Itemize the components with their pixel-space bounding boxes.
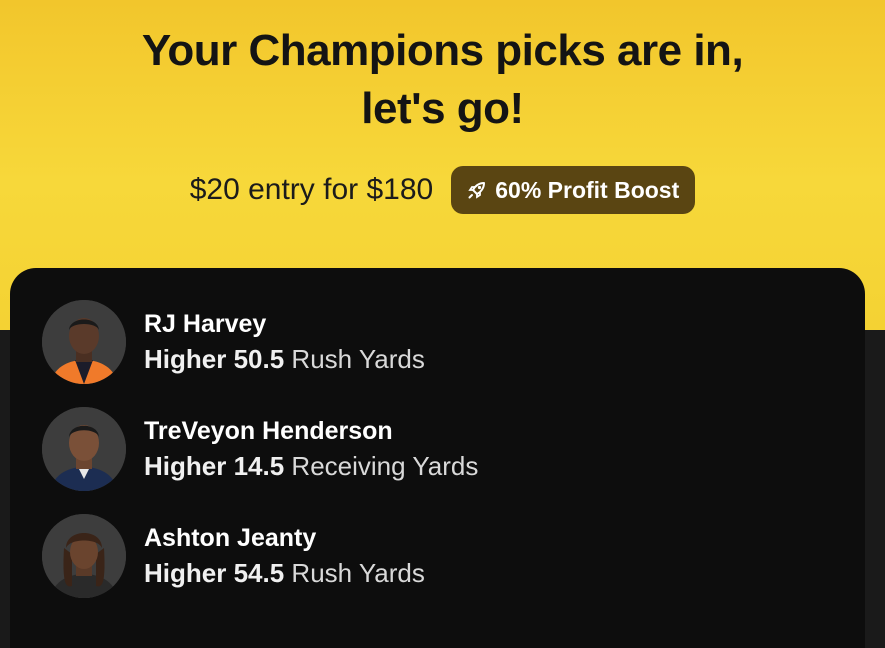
entry-summary: $20 entry for $180 60% Profit Boost — [0, 166, 885, 214]
pick-row[interactable]: RJ Harvey Higher 50.5 Rush Yards — [42, 300, 425, 384]
profit-boost-label: 60% Profit Boost — [495, 176, 680, 203]
player-name: RJ Harvey — [144, 310, 267, 338]
player-avatar — [42, 300, 126, 384]
player-name: Ashton Jeanty — [144, 524, 317, 552]
pick-value: 50.5 — [233, 344, 285, 374]
pick-stat: Rush Yards — [291, 344, 425, 374]
pick-line: Higher 14.5 Receiving Yards — [144, 448, 478, 484]
pick-direction: Higher — [144, 344, 227, 374]
profit-boost-badge: 60% Profit Boost — [451, 166, 696, 214]
pick-line: Higher 54.5 Rush Yards — [144, 555, 425, 591]
pick-value: 54.5 — [233, 558, 285, 588]
pick-stat: Rush Yards — [291, 558, 425, 588]
player-avatar — [42, 407, 126, 491]
title-line-2: let's go! — [361, 84, 524, 133]
player-avatar — [42, 514, 126, 598]
picks-card: RJ Harvey Higher 50.5 Rush Yards TreVeyo… — [10, 268, 865, 648]
entry-payout-text: $20 entry for $180 — [189, 173, 434, 206]
player-name: TreVeyon Henderson — [144, 417, 393, 445]
pick-row[interactable]: TreVeyon Henderson Higher 14.5 Receiving… — [42, 407, 478, 491]
page-title: Your Champions picks are in, let's go! — [0, 22, 885, 138]
title-line-1: Your Champions picks are in, — [141, 26, 744, 75]
pick-line: Higher 50.5 Rush Yards — [144, 341, 425, 377]
pick-direction: Higher — [144, 451, 227, 481]
pick-direction: Higher — [144, 558, 227, 588]
pick-stat: Receiving Yards — [291, 451, 479, 481]
pick-row[interactable]: Ashton Jeanty Higher 54.5 Rush Yards — [42, 514, 425, 598]
rocket-icon — [467, 180, 487, 200]
pick-value: 14.5 — [233, 451, 285, 481]
